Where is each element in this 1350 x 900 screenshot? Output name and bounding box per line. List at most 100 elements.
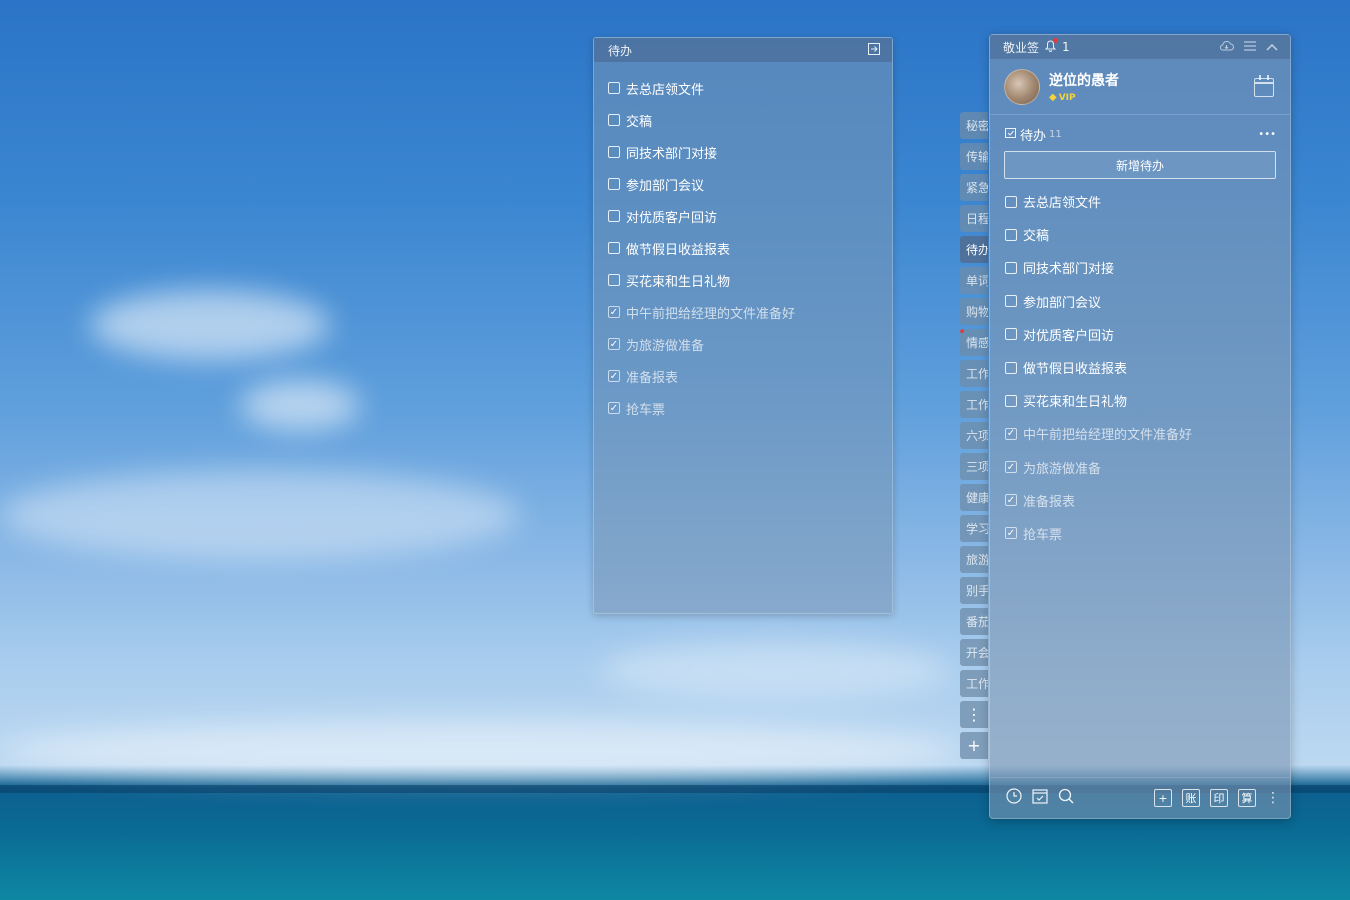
category-tab[interactable]: 健康	[960, 484, 988, 511]
todo-item[interactable]: 去总店领文件	[1005, 185, 1290, 218]
account-button[interactable]: 账	[1182, 789, 1200, 807]
category-tab[interactable]: 工作	[960, 391, 988, 418]
todo-item[interactable]: 交稿	[1005, 218, 1290, 251]
checked-checkbox[interactable]: ✓	[1005, 427, 1017, 440]
menu-icon[interactable]	[1244, 40, 1256, 54]
checkbox[interactable]	[608, 82, 620, 94]
category-tab[interactable]: 传输	[960, 143, 988, 170]
sticky-note-panel[interactable]: 待办 去总店领文件 交稿 同技术部门对接 参加部门会议 对优质客户回访 做节假日收益报表买…	[593, 37, 893, 614]
title-bar: 敬业签 1	[990, 35, 1290, 59]
todo-item[interactable]: ✓ 准备报表	[1005, 484, 1290, 517]
checkbox[interactable]	[608, 242, 620, 254]
checkbox[interactable]	[608, 274, 620, 286]
cloud	[0, 470, 520, 560]
todo-item[interactable]: 交稿	[608, 104, 892, 136]
collapse-icon[interactable]	[1266, 40, 1278, 54]
category-tab[interactable]: 单词	[960, 267, 988, 294]
todo-text: 参加部门会议	[1023, 295, 1102, 311]
todo-item[interactable]: 买花束和生日礼物	[608, 264, 892, 296]
task-check-icon[interactable]	[1032, 788, 1048, 808]
todo-item[interactable]: 对优质客户回访	[1005, 318, 1290, 351]
checkbox[interactable]	[1005, 394, 1017, 407]
checkbox[interactable]	[608, 114, 620, 126]
todo-text: 抢车票	[1023, 527, 1063, 543]
checkbox[interactable]	[608, 146, 620, 158]
notification-count: 1	[1062, 40, 1070, 54]
category-tab[interactable]: 旅游	[960, 546, 988, 573]
checkbox[interactable]	[1005, 261, 1017, 274]
todo-item[interactable]: 去总店领文件	[608, 72, 892, 104]
clock-icon[interactable]	[1006, 788, 1022, 808]
todo-check-icon	[1005, 127, 1016, 141]
more-icon[interactable]: •••	[1258, 129, 1276, 140]
app-name: 敬业签	[1003, 40, 1040, 55]
checkbox[interactable]	[1005, 328, 1017, 341]
todo-item[interactable]: ✓ 为旅游做准备	[608, 328, 892, 360]
add-todo-button[interactable]: 新增待办	[1004, 151, 1276, 179]
todo-item[interactable]: ✓ 中午前把给经理的文件准备好	[608, 296, 892, 328]
checked-checkbox[interactable]: ✓	[1005, 461, 1017, 474]
section-header: 待办 11 •••	[990, 115, 1290, 145]
category-tab[interactable]: 紧急	[960, 174, 988, 201]
todo-text: 做节假日收益报表	[1023, 362, 1128, 378]
todo-item[interactable]: ✓ 准备报表	[608, 360, 892, 392]
more-vertical-icon[interactable]: ⋮	[1266, 790, 1280, 806]
checkbox[interactable]	[1005, 361, 1017, 374]
todo-item[interactable]: ✓ 中午前把给经理的文件准备好	[1005, 417, 1290, 450]
category-tab[interactable]: 工作	[960, 360, 988, 387]
todo-item[interactable]: ✓ 抢车票	[608, 392, 892, 424]
todo-text: 抢车票	[626, 402, 666, 418]
bell-icon[interactable]	[1044, 37, 1059, 55]
todo-item[interactable]: 买花束和生日礼物	[1005, 384, 1290, 417]
add-tab-icon[interactable]: +	[960, 732, 988, 759]
category-tab[interactable]: 工作	[960, 670, 988, 697]
category-tab[interactable]: 开会	[960, 639, 988, 666]
search-icon[interactable]	[1058, 788, 1074, 808]
todo-item[interactable]: 做节假日收益报表	[608, 232, 892, 264]
category-tab[interactable]: 待办	[960, 236, 988, 263]
todo-item[interactable]: ✓ 抢车票	[1005, 517, 1290, 550]
todo-item[interactable]: ✓ 为旅游做准备	[1005, 451, 1290, 484]
main-panel[interactable]: 敬业签 1 逆位的愚者 ◆ VIP 待办 11 ••• 新增待办 去总店领文件 …	[989, 34, 1291, 819]
checked-checkbox[interactable]: ✓	[1005, 527, 1017, 540]
checked-checkbox[interactable]: ✓	[1005, 494, 1017, 507]
category-tab[interactable]: 学习	[960, 515, 988, 542]
category-tab[interactable]: 别手	[960, 577, 988, 604]
calculator-button[interactable]: 算	[1238, 789, 1256, 807]
checkbox[interactable]	[1005, 195, 1017, 208]
checked-checkbox[interactable]: ✓	[608, 306, 620, 318]
category-tab[interactable]: 番茄	[960, 608, 988, 635]
category-tab[interactable]: 三项	[960, 453, 988, 480]
add-note-button[interactable]: +	[1154, 789, 1172, 807]
checkbox[interactable]	[1005, 295, 1017, 308]
checkbox[interactable]	[608, 178, 620, 190]
cloud	[600, 640, 950, 700]
checkbox[interactable]	[1005, 228, 1017, 241]
checked-checkbox[interactable]: ✓	[608, 402, 620, 414]
todo-item[interactable]: 参加部门会议	[608, 168, 892, 200]
category-tab[interactable]: 六项	[960, 422, 988, 449]
todo-item[interactable]: 参加部门会议	[1005, 285, 1290, 318]
todo-item[interactable]: 同技术部门对接	[608, 136, 892, 168]
cloud	[0, 720, 960, 780]
user-name: 逆位的愚者	[1049, 73, 1119, 89]
category-tab[interactable]: 日程	[960, 205, 988, 232]
category-tab[interactable]: 秘密	[960, 112, 988, 139]
calendar-icon[interactable]	[1254, 75, 1274, 97]
checked-checkbox[interactable]: ✓	[608, 338, 620, 350]
avatar[interactable]	[1004, 68, 1040, 105]
category-tab[interactable]: 情感	[960, 329, 988, 356]
todo-item[interactable]: 同技术部门对接	[1005, 251, 1290, 284]
export-icon[interactable]	[868, 42, 880, 58]
todo-text: 去总店领文件	[1023, 196, 1102, 212]
todo-item[interactable]: 做节假日收益报表	[1005, 351, 1290, 384]
print-button[interactable]: 印	[1210, 789, 1228, 807]
cloud	[90, 290, 330, 360]
category-tab[interactable]: 购物	[960, 298, 988, 325]
checked-checkbox[interactable]: ✓	[608, 370, 620, 382]
cloud-sync-icon[interactable]	[1219, 40, 1234, 54]
more-tabs-icon[interactable]: ⋮	[960, 701, 988, 728]
todo-text: 交稿	[1023, 229, 1050, 245]
todo-item[interactable]: 对优质客户回访	[608, 200, 892, 232]
checkbox[interactable]	[608, 210, 620, 222]
